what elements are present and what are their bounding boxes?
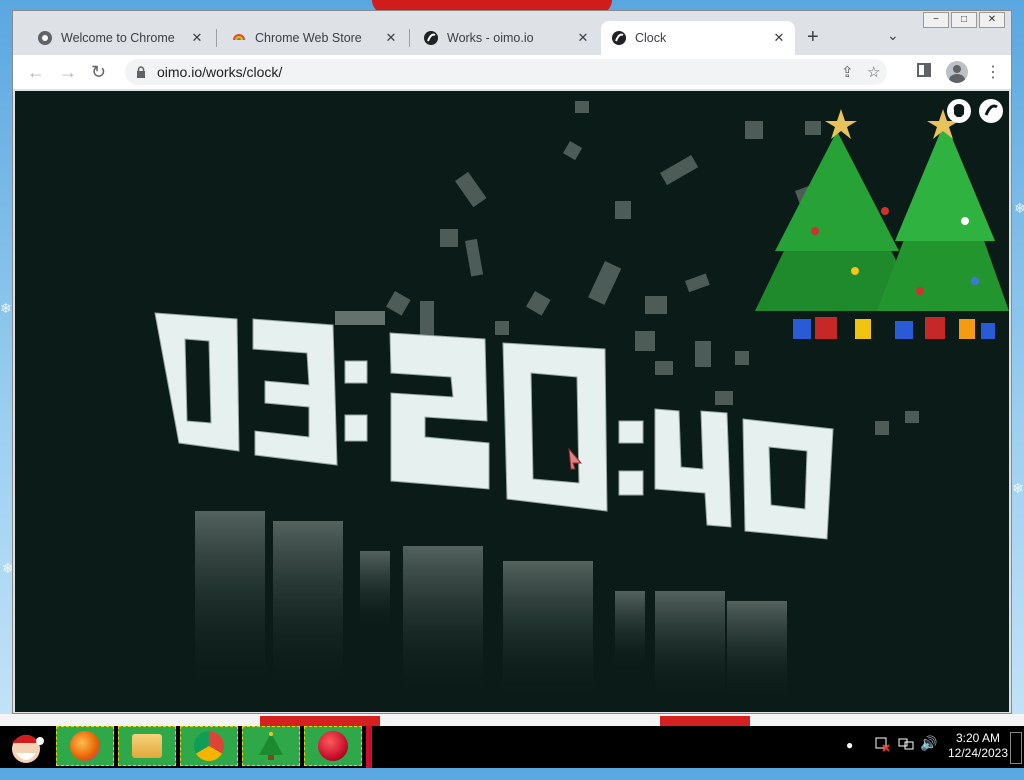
network-alert-icon[interactable]	[874, 736, 890, 778]
browser-toolbar: ← → ↻ oimo.io/works/clock/ ⇪ ☆ ⋮	[13, 55, 1011, 89]
taskbar: ● 🔊 3:20 AM 12/24/2023	[0, 726, 1024, 768]
address-bar[interactable]: oimo.io/works/clock/ ⇪ ☆	[125, 59, 887, 85]
chrome-globe-icon	[37, 30, 53, 46]
taskbar-divider	[366, 726, 372, 768]
taskbar-file-manager[interactable]	[118, 726, 176, 766]
maximize-button[interactable]: □	[951, 12, 977, 28]
tab-title: Clock	[635, 31, 667, 45]
clock-digits	[154, 312, 834, 540]
profile-avatar[interactable]	[946, 61, 968, 83]
oimo-icon	[611, 30, 627, 46]
clock-3d-scene	[154, 101, 1009, 701]
close-tab-icon[interactable]: ✕	[575, 30, 591, 46]
start-button[interactable]	[4, 727, 48, 767]
clock-time: 3:20 AM	[955, 731, 1001, 745]
tab-title: Chrome Web Store	[255, 31, 362, 45]
url-text: oimo.io/works/clock/	[157, 64, 283, 80]
snowflake: ❄	[1014, 200, 1024, 216]
tab-clock[interactable]: Clock ✕	[601, 21, 795, 55]
reload-icon[interactable]: ↻	[91, 63, 106, 81]
window-controls: − □ ✕	[923, 12, 1005, 28]
christmas-tree-icon	[259, 732, 283, 760]
close-tab-icon[interactable]: ✕	[771, 30, 787, 46]
clock-page	[15, 91, 1009, 712]
browser-window: − □ ✕ Welcome to Chrome ✕ Chrome Web Sto…	[12, 10, 1012, 714]
new-tab-button[interactable]: +	[807, 27, 819, 47]
minimize-button[interactable]: −	[923, 12, 949, 28]
snowflake: ❄	[1012, 480, 1024, 496]
tab-welcome[interactable]: Welcome to Chrome ✕	[17, 21, 213, 55]
lock-icon[interactable]	[135, 65, 147, 78]
tab-search-button[interactable]: ⌄	[887, 27, 899, 44]
oimo-logo-icon[interactable]	[979, 99, 1003, 123]
close-window-button[interactable]: ✕	[979, 12, 1005, 28]
taskbar-firefox[interactable]	[56, 726, 114, 766]
close-tab-icon[interactable]: ✕	[383, 30, 399, 46]
system-clock[interactable]: 3:20 AM 12/24/2023	[938, 731, 1018, 761]
web-store-icon	[231, 30, 247, 46]
clock-reflection	[195, 511, 787, 701]
show-desktop-button[interactable]	[1010, 732, 1022, 764]
tray-dot-icon[interactable]: ●	[846, 738, 853, 780]
red-ball-icon	[318, 731, 348, 761]
back-arrow-icon[interactable]: ←	[27, 63, 45, 81]
side-panel-icon[interactable]	[916, 62, 932, 83]
taskbar-chrome[interactable]	[180, 726, 238, 766]
volume-icon[interactable]: 🔊	[920, 735, 937, 777]
tab-strip: − □ ✕ Welcome to Chrome ✕ Chrome Web Sto…	[13, 11, 1011, 57]
taskbar-red-ball-app[interactable]	[304, 726, 362, 766]
network-icon[interactable]	[898, 737, 914, 779]
clock-date: 12/24/2023	[947, 746, 1009, 760]
close-tab-icon[interactable]: ✕	[189, 30, 205, 46]
chrome-icon	[194, 731, 224, 761]
kebab-menu-icon[interactable]: ⋮	[985, 62, 1001, 82]
forward-arrow-icon[interactable]: →	[59, 63, 77, 81]
tab-title: Welcome to Chrome	[61, 31, 175, 45]
snowflake: ❄	[0, 300, 12, 316]
share-icon[interactable]: ⇪	[841, 63, 854, 81]
wallpaper-bottom-strip	[0, 714, 1024, 726]
tab-web-store[interactable]: Chrome Web Store ✕	[211, 21, 407, 55]
folder-icon	[132, 734, 162, 758]
bookmark-star-icon[interactable]: ☆	[867, 63, 880, 81]
christmas-trees-decoration	[755, 109, 1009, 339]
tab-title: Works - oimo.io	[447, 31, 534, 45]
taskbar-christmas-tree[interactable]	[242, 726, 300, 766]
oimo-icon	[423, 30, 439, 46]
github-icon[interactable]	[947, 99, 971, 123]
tab-works-oimo[interactable]: Works - oimo.io ✕	[403, 21, 599, 55]
firefox-icon	[70, 731, 100, 761]
